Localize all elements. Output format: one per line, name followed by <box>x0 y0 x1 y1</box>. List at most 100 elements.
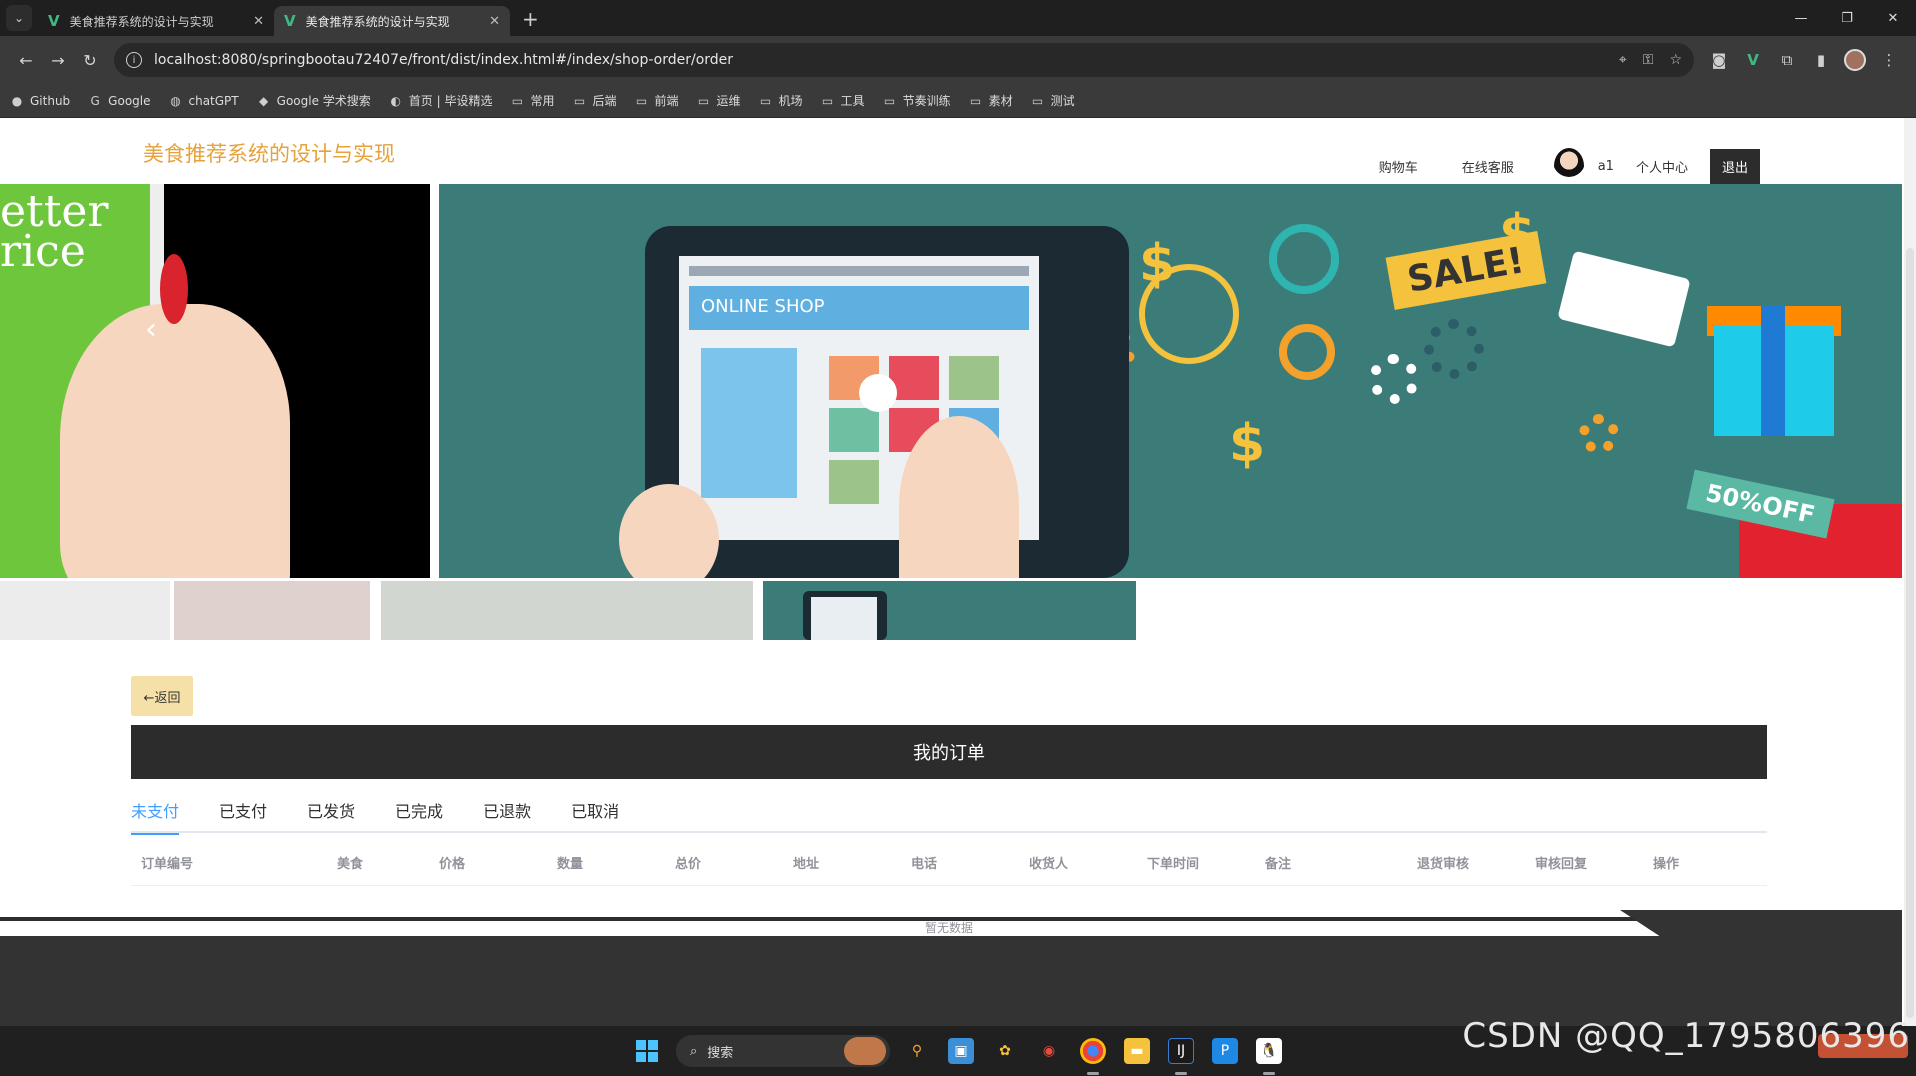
bookmark-label: Google 学术搜索 <box>276 94 371 108</box>
address-bar[interactable]: i localhost:8080/springbootau72407e/fron… <box>114 43 1694 77</box>
online-shop-label: ONLINE SHOP <box>689 286 1029 330</box>
bookmark-item[interactable]: ▭ 素材 <box>969 92 1013 109</box>
taskbar-search-placeholder: 搜索 <box>707 1045 734 1061</box>
gear-icon <box>1369 354 1419 404</box>
nav-profile-link[interactable]: 个人中心 <box>1636 157 1688 176</box>
search-icon: ⌕ <box>690 1043 698 1059</box>
bookmark-item[interactable]: ▭ 机场 <box>759 92 803 109</box>
folder-icon: ▭ <box>759 93 772 108</box>
bookmark-item[interactable]: ▭ 节奏训练 <box>883 92 951 109</box>
back-button[interactable]: ←返回 <box>131 676 193 716</box>
paw-icon[interactable]: ✿ <box>992 1038 1018 1064</box>
minimize-icon[interactable]: — <box>1778 0 1824 36</box>
order-status-tab[interactable]: 已取消 <box>571 796 619 833</box>
browser-tab-active[interactable]: V 美食推荐系统的设计与实现 ✕ <box>274 6 510 36</box>
dollar-icon: $ <box>1139 234 1176 294</box>
bookmark-item[interactable]: ◍ chatGPT <box>169 93 239 108</box>
order-status-tab[interactable]: 已发货 <box>307 796 355 833</box>
browser-menu-icon[interactable]: ⋮ <box>1872 43 1906 77</box>
bookmark-item[interactable]: ◆ Google 学术搜索 <box>257 92 371 109</box>
carousel-prev-arrow-icon[interactable]: ‹ <box>145 312 157 347</box>
carousel-slide-prev[interactable]: etter rice ‹ <box>0 184 430 578</box>
bookmark-label: chatGPT <box>188 93 239 108</box>
bookmarks-bar: ● Github G Google ◍ chatGPT ◆ Google 学术搜索 ◐ 首页 | … <box>0 84 1916 118</box>
url-text[interactable]: localhost:8080/springbootau72407e/front/… <box>154 52 1603 68</box>
sale-tag: SALE! <box>1385 231 1547 310</box>
carousel-thumbnails <box>0 581 1136 640</box>
table-column-header: 备注 <box>1265 857 1292 872</box>
orders-heading: 我的订单 <box>131 725 1767 779</box>
bookmark-label: 前端 <box>654 94 679 108</box>
vue-devtools-icon[interactable]: V <box>1736 43 1770 77</box>
logout-button[interactable]: 退出 <box>1709 148 1760 184</box>
side-panel-icon[interactable]: ▮ <box>1804 43 1838 77</box>
file-explorer-icon[interactable]: ▬ <box>1124 1038 1150 1064</box>
order-status-tab[interactable]: 已完成 <box>395 796 443 833</box>
user-avatar[interactable] <box>1553 148 1584 184</box>
everything-search-icon[interactable]: ⚲ <box>904 1038 930 1064</box>
windows-start-icon[interactable] <box>636 1040 658 1062</box>
intellij-icon[interactable]: IJ <box>1168 1038 1194 1064</box>
chatgpt-icon: ◍ <box>170 93 181 108</box>
bookmark-item[interactable]: ◐ 首页 | 毕设精选 <box>389 92 493 109</box>
site-title[interactable]: 美食推荐系统的设计与实现 <box>143 138 395 168</box>
extensions-puzzle-icon[interactable]: ⧉ <box>1770 43 1804 77</box>
bookmark-item[interactable]: ▭ 常用 <box>510 92 555 109</box>
folder-icon: ▭ <box>511 93 524 108</box>
table-column-header: 电话 <box>911 857 938 872</box>
order-status-tab[interactable]: 已退款 <box>483 796 531 833</box>
forward-icon[interactable]: → <box>42 44 74 76</box>
location-icon[interactable]: ⌖ <box>1619 52 1627 68</box>
carousel-thumbnail[interactable] <box>0 581 170 640</box>
order-status-tab[interactable]: 已支付 <box>219 796 267 833</box>
p-app-icon[interactable]: P <box>1212 1038 1238 1064</box>
restore-icon[interactable]: ❐ <box>1824 0 1870 36</box>
bookmark-star-icon[interactable]: ☆ <box>1669 52 1682 68</box>
carousel-thumbnail-active[interactable] <box>763 581 1136 640</box>
bookmark-label: 节奏训练 <box>902 94 951 108</box>
table-column-header: 价格 <box>439 857 466 872</box>
bookmark-item[interactable]: ▭ 前端 <box>635 92 679 109</box>
bookmark-label: 测试 <box>1050 94 1075 108</box>
new-tab-icon[interactable]: + <box>522 7 539 31</box>
bookmark-item[interactable]: ▭ 测试 <box>1031 92 1075 109</box>
page-viewport: 美食推荐系统的设计与实现 购物车 在线客服 a1 个人中心 退出 etter r… <box>0 118 1916 1026</box>
profile-avatar-icon[interactable] <box>1838 43 1872 77</box>
carousel-thumbnail[interactable] <box>381 581 753 640</box>
reload-icon[interactable]: ↻ <box>74 44 106 76</box>
bookmark-item[interactable]: ▭ 运维 <box>697 92 741 109</box>
taskbar-search[interactable]: ⌕ 搜索 <box>676 1035 890 1067</box>
bookmark-label: 运维 <box>716 94 741 108</box>
bookmark-item[interactable]: ▭ 工具 <box>821 92 865 109</box>
bookmark-item[interactable]: G Google <box>88 94 151 108</box>
bookmark-item[interactable]: ▭ 后端 <box>572 92 617 109</box>
chrome-icon[interactable] <box>1080 1038 1106 1064</box>
nav-cart-link[interactable]: 购物车 <box>1379 157 1418 176</box>
bookmark-label: 素材 <box>988 94 1013 108</box>
password-key-icon[interactable]: ⚿ <box>1643 52 1654 68</box>
table-column-header: 下单时间 <box>1147 857 1200 872</box>
tab-search-button[interactable]: ⌄ <box>6 5 32 31</box>
table-column-header: 美食 <box>337 857 364 872</box>
browser-tab[interactable]: V 美食推荐系统的设计与实现 ✕ <box>38 6 274 36</box>
photos-icon[interactable]: ▣ <box>948 1038 974 1064</box>
site-info-icon[interactable]: i <box>126 52 142 68</box>
tab-close-icon[interactable]: ✕ <box>253 14 264 29</box>
qq-icon[interactable]: 🐧 <box>1256 1038 1282 1064</box>
carousel-thumbnail[interactable] <box>174 581 370 640</box>
nav-service-link[interactable]: 在线客服 <box>1462 157 1514 176</box>
swirl-app-icon[interactable]: ◉ <box>1036 1038 1062 1064</box>
site-icon: ◐ <box>390 93 402 108</box>
incognito-extension-icon[interactable]: ◙ <box>1702 43 1736 77</box>
bookmark-label: 首页 | 毕设精选 <box>408 94 493 108</box>
banner-carousel[interactable]: etter rice ‹ $ $ $ SALE! 50%OFF <box>0 184 1902 578</box>
close-window-icon[interactable]: ✕ <box>1870 0 1916 36</box>
tab-close-icon[interactable]: ✕ <box>489 14 500 29</box>
order-status-tab[interactable]: 未支付 <box>131 796 180 835</box>
carousel-slide-active[interactable]: $ $ $ SALE! 50%OFF ONLINE SHOP <box>439 184 1902 578</box>
back-icon[interactable]: ← <box>10 44 42 76</box>
bookmark-item[interactable]: ● Github <box>10 94 70 108</box>
page-scrollbar[interactable] <box>1904 118 1916 1026</box>
folder-icon: ▭ <box>821 93 834 108</box>
username-label: a1 <box>1597 158 1614 174</box>
